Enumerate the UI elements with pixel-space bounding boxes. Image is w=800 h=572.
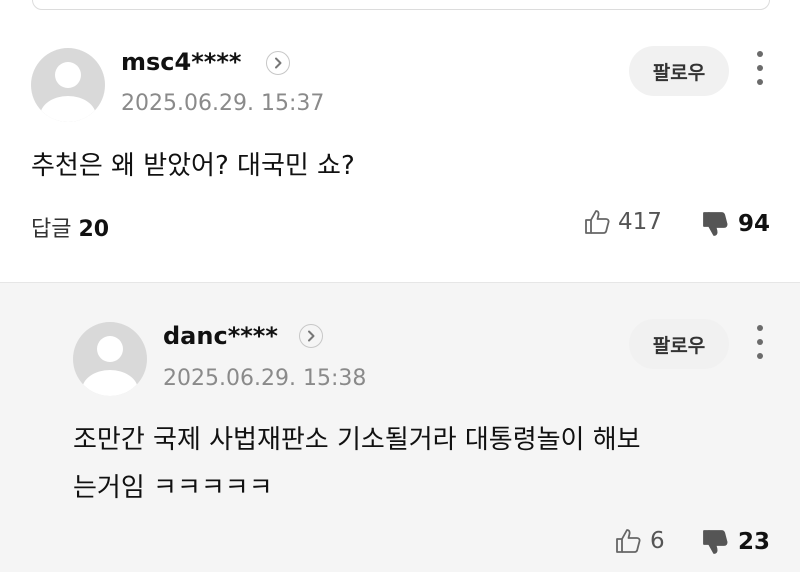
reply-user-avatar-icon[interactable]	[73, 322, 147, 396]
replies-button[interactable]: 답글 20	[31, 211, 109, 243]
chevron-right-icon[interactable]	[266, 51, 290, 75]
reply-chevron-right-icon[interactable]	[299, 324, 323, 348]
like-button[interactable]: 417	[583, 208, 662, 236]
reply-dislike-button[interactable]: 23	[701, 528, 770, 556]
reply-timestamp: 2025.06.29. 15:38	[163, 366, 367, 391]
replies-label: 답글	[31, 217, 72, 242]
reply-more-options-icon[interactable]	[755, 325, 765, 359]
thumbs-up-icon	[585, 210, 610, 234]
comment-username[interactable]: msc4****	[121, 48, 241, 76]
like-count: 417	[618, 209, 662, 235]
reply-text-line-2: 는거임 ㅋㅋㅋㅋㅋ	[73, 473, 273, 503]
reply-like-button[interactable]: 6	[614, 527, 665, 555]
reply-follow-button[interactable]: 팔로우	[629, 319, 729, 369]
reply-username[interactable]: danc****	[163, 322, 278, 350]
dislike-count: 94	[738, 211, 771, 237]
thumbs-down-icon	[703, 212, 728, 236]
reply-thumbs-up-icon	[616, 529, 641, 553]
replies-count: 20	[78, 217, 110, 242]
reply-text-line-1: 조만간 국제 사법재판소 기소될거라 대통령놀이 해보	[73, 425, 641, 455]
comment-text: 추천은 왜 받았어? 대국민 쇼?	[31, 151, 355, 181]
user-avatar-icon[interactable]	[31, 48, 105, 122]
reply-thumbs-down-icon	[703, 530, 728, 554]
comment-timestamp: 2025.06.29. 15:37	[121, 91, 325, 116]
reply-like-count: 6	[650, 528, 665, 554]
previous-input-box	[32, 0, 770, 10]
more-options-icon[interactable]	[755, 51, 765, 85]
reply-dislike-count: 23	[738, 529, 771, 555]
dislike-button[interactable]: 94	[701, 210, 770, 238]
follow-button[interactable]: 팔로우	[629, 46, 729, 96]
reply-text: 조만간 국제 사법재판소 기소될거라 대통령놀이 해보 는거임 ㅋㅋㅋㅋㅋ	[73, 416, 641, 512]
